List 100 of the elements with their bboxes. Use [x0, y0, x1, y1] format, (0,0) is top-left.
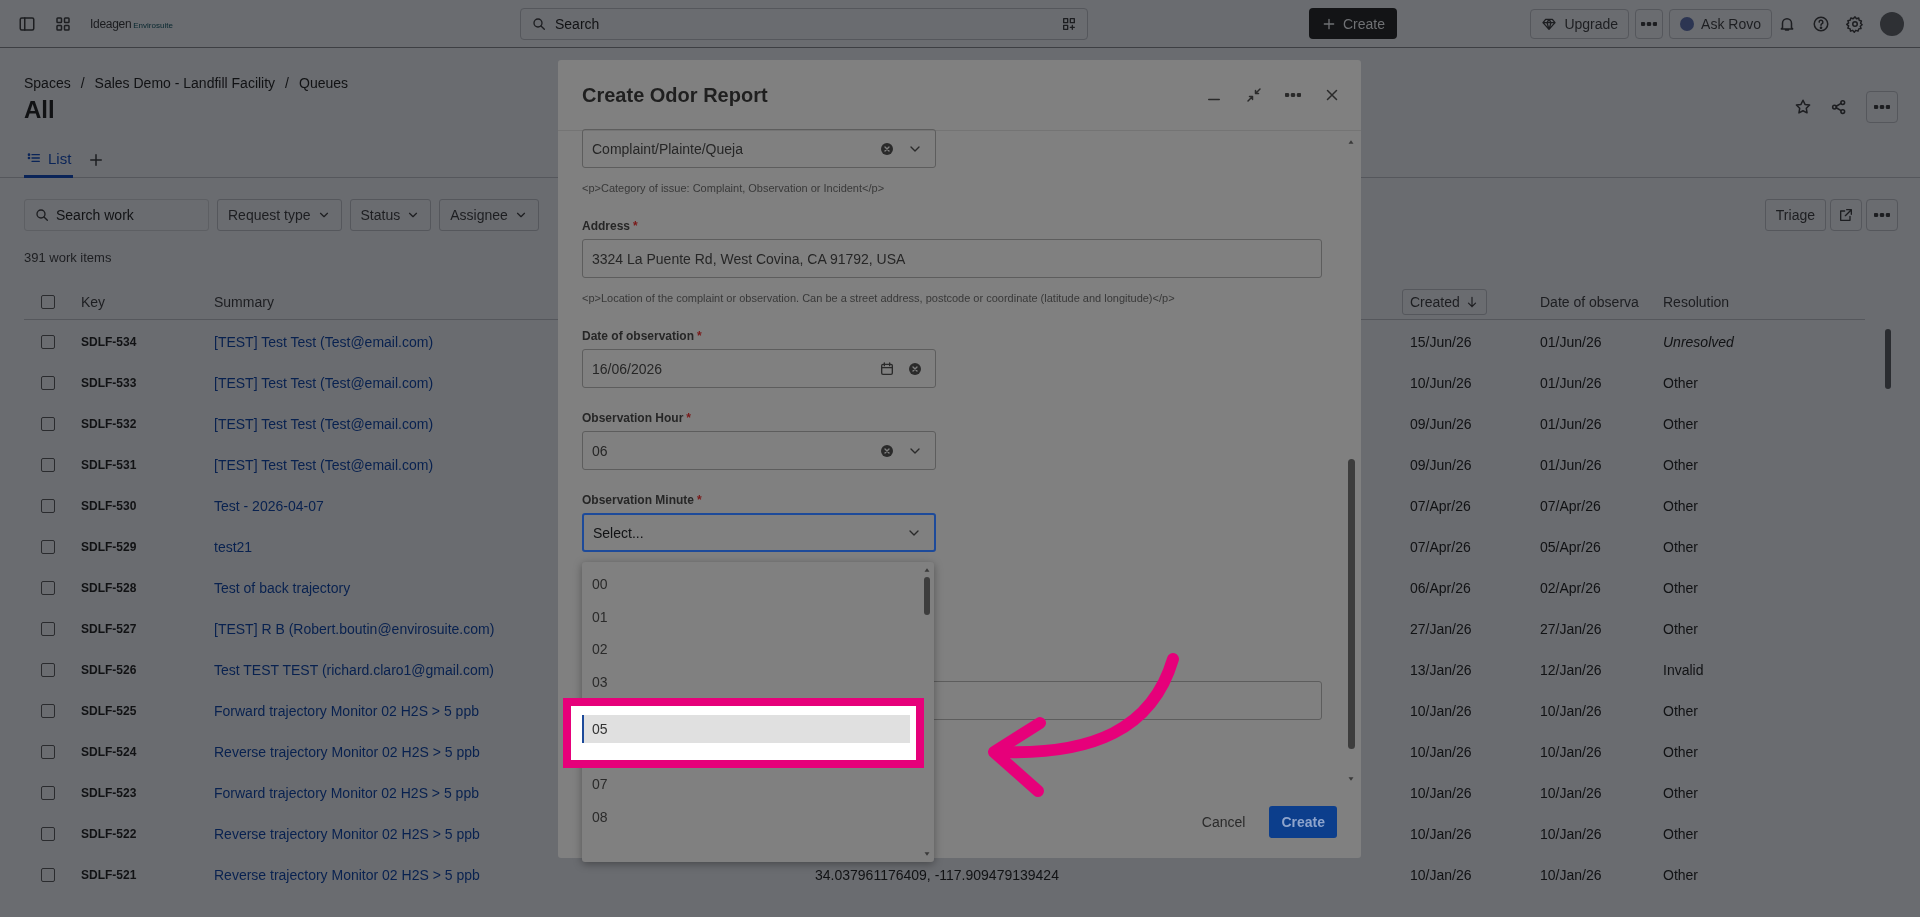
- column-header[interactable]: Resolution: [1663, 294, 1730, 310]
- column-header[interactable]: Date of observa: [1540, 294, 1639, 310]
- create-button[interactable]: Create: [1269, 806, 1337, 838]
- summary-link[interactable]: Reverse trajectory Monitor 02 H2S > 5 ppb: [214, 866, 480, 883]
- help-icon[interactable]: [1812, 14, 1830, 33]
- collapse-icon[interactable]: [1245, 86, 1263, 104]
- summary-link[interactable]: Test - 2026-04-07: [214, 497, 324, 514]
- address-field[interactable]: 3324 La Puente Rd, West Covina, CA 91792, USA: [582, 239, 1322, 278]
- search-icon: [34, 207, 50, 223]
- checkbox[interactable]: [41, 621, 55, 636]
- more-button[interactable]: [1635, 8, 1664, 39]
- checkbox[interactable]: [41, 416, 55, 431]
- table-cell: 09/Jun/26: [1410, 415, 1472, 432]
- checkbox[interactable]: [41, 375, 55, 390]
- filter-dropdown[interactable]: Request type: [217, 199, 342, 231]
- search-field[interactable]: Search: [520, 7, 1088, 40]
- checkbox[interactable]: [41, 744, 55, 759]
- help-text: <p>Location of the complaint or observation. Can be a street address, postcode or coordinate (latitude and longitude)</p>: [582, 291, 1176, 306]
- more-icon[interactable]: [1285, 93, 1301, 97]
- sidebar-toggle-icon[interactable]: [18, 14, 36, 33]
- table-cell: 34.037961176409, -117.909479139424: [815, 866, 1059, 883]
- select-field[interactable]: Complaint/Plainte/Queja: [582, 129, 936, 168]
- table-cell: 12/Jan/26: [1540, 661, 1602, 678]
- field-input[interactable]: 16/06/2026: [592, 360, 867, 377]
- star-icon[interactable]: [1794, 98, 1812, 116]
- breadcrumb-link[interactable]: Queues: [299, 75, 349, 91]
- required-asterisk: *: [686, 411, 692, 425]
- dropdown-option[interactable]: 08: [582, 800, 920, 833]
- breadcrumb-link[interactable]: Spaces: [24, 75, 71, 91]
- summary-link[interactable]: Test of back trajectory: [214, 579, 351, 596]
- field-input[interactable]: 3324 La Puente Rd, West Covina, CA 91792, USA: [592, 250, 1309, 267]
- column-header[interactable]: Summary: [214, 294, 274, 310]
- share-icon[interactable]: [1830, 98, 1848, 116]
- date-field[interactable]: 16/06/2026: [582, 349, 936, 388]
- ask-rovo-button[interactable]: Ask Rovo: [1669, 8, 1772, 39]
- table-cell: Other: [1663, 579, 1698, 596]
- summary-link[interactable]: [TEST] Test Test (Test@email.com): [214, 374, 434, 391]
- dropdown-option[interactable]: 05: [582, 715, 910, 743]
- filter-grid-icon[interactable]: [1061, 15, 1077, 32]
- dropdown-option[interactable]: 02: [582, 633, 920, 666]
- field-input[interactable]: Complaint/Plainte/Queja: [592, 140, 867, 157]
- table-cell: Other: [1663, 497, 1698, 514]
- scrollbar-thumb[interactable]: [924, 577, 930, 615]
- checkbox[interactable]: [41, 867, 55, 882]
- avatar[interactable]: [1880, 11, 1904, 36]
- dropdown-option[interactable]: 00: [582, 568, 920, 601]
- checkbox[interactable]: [41, 785, 55, 800]
- checkbox[interactable]: [41, 334, 55, 349]
- triage-button[interactable]: Triage: [1764, 199, 1826, 231]
- open-external-button[interactable]: [1830, 199, 1862, 231]
- column-header[interactable]: Created: [1402, 289, 1487, 315]
- view-tab[interactable]: List: [24, 141, 74, 178]
- table-cell: 10/Jan/26: [1540, 743, 1602, 760]
- checkbox[interactable]: [41, 457, 55, 472]
- checkbox[interactable]: [41, 295, 55, 309]
- summary-link[interactable]: Reverse trajectory Monitor 02 H2S > 5 ppb: [214, 825, 480, 842]
- settings-icon[interactable]: [1846, 14, 1864, 33]
- checkbox[interactable]: [41, 539, 55, 554]
- search-input[interactable]: Search: [555, 15, 1053, 32]
- table-cell: 05/Apr/26: [1540, 538, 1601, 555]
- dropdown-option[interactable]: 01: [582, 600, 920, 633]
- dropdown-option[interactable]: 03: [582, 665, 920, 698]
- scrollbar-thumb[interactable]: [1885, 329, 1891, 389]
- checkbox[interactable]: [41, 826, 55, 841]
- breadcrumb-link[interactable]: Sales Demo - Landfill Facility: [94, 75, 276, 91]
- summary-link[interactable]: test21: [214, 538, 253, 555]
- field-input[interactable]: Select...: [593, 524, 894, 541]
- checkbox[interactable]: [41, 662, 55, 677]
- column-header[interactable]: Key: [81, 294, 106, 310]
- select-field[interactable]: 06: [582, 431, 936, 470]
- table-cell: 10/Jan/26: [1540, 784, 1602, 801]
- summary-link[interactable]: [TEST] Test Test (Test@email.com): [214, 333, 434, 350]
- create-button[interactable]: Create: [1309, 8, 1398, 39]
- search-work-field[interactable]: Search work: [24, 199, 209, 231]
- summary-link[interactable]: [TEST] Test Test (Test@email.com): [214, 415, 434, 432]
- summary-link[interactable]: Test TEST TEST (richard.claro1@gmail.com): [214, 661, 495, 678]
- more-button[interactable]: [1866, 91, 1898, 123]
- select-field[interactable]: Select...: [582, 513, 936, 552]
- more-button[interactable]: [1866, 199, 1898, 231]
- table-cell: 10/Jan/26: [1410, 866, 1472, 883]
- app-grid-icon[interactable]: [54, 14, 72, 33]
- issue-key: SDLF-531: [81, 457, 137, 472]
- filter-dropdown[interactable]: Assignee: [439, 199, 539, 231]
- summary-link[interactable]: [TEST] Test Test (Test@email.com): [214, 456, 434, 473]
- summary-link[interactable]: Forward trajectory Monitor 02 H2S > 5 ppb: [214, 702, 479, 719]
- field-input[interactable]: 06: [592, 442, 867, 459]
- summary-link[interactable]: Forward trajectory Monitor 02 H2S > 5 ppb: [214, 784, 479, 801]
- search-input[interactable]: Search work: [56, 207, 199, 223]
- checkbox[interactable]: [41, 498, 55, 513]
- upgrade-button[interactable]: Upgrade: [1530, 8, 1630, 39]
- field-label: Observation Hour: [582, 411, 684, 425]
- dropdown-option[interactable]: 07: [582, 768, 920, 801]
- checkbox[interactable]: [41, 703, 55, 718]
- checkbox[interactable]: [41, 580, 55, 595]
- summary-link[interactable]: Reverse trajectory Monitor 02 H2S > 5 ppb: [214, 743, 480, 760]
- summary-link[interactable]: [TEST] R B (Robert.boutin@envirosuite.com): [214, 620, 495, 637]
- filter-dropdown[interactable]: Status: [349, 199, 432, 231]
- table-cell: 10/Jan/26: [1410, 784, 1472, 801]
- scrollbar-thumb[interactable]: [1347, 459, 1355, 749]
- cancel-button[interactable]: Cancel: [1189, 806, 1258, 838]
